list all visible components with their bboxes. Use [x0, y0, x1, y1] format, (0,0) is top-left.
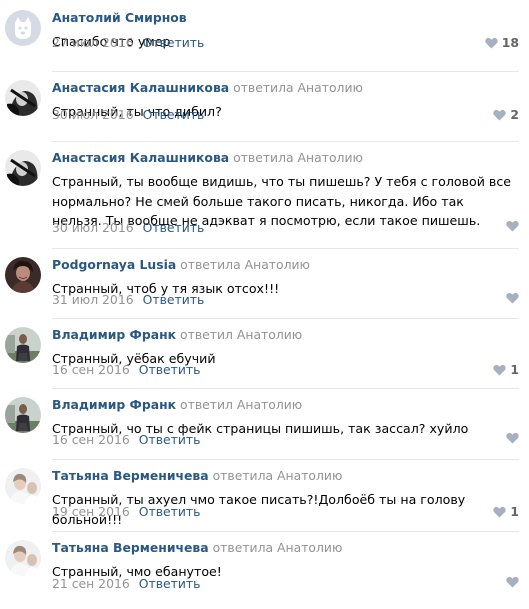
heart-icon: [493, 506, 507, 518]
author-link[interactable]: Татьяна Верменичева: [52, 540, 209, 555]
reply-button[interactable]: Ответить: [139, 362, 201, 377]
reply-to-label: ответила Анатолию: [212, 468, 343, 483]
like-button[interactable]: 18: [485, 35, 519, 51]
heart-icon: [485, 37, 498, 49]
avatar[interactable]: [5, 150, 41, 186]
comment-feed: Анатолий Смирнов Спасибо что умер 27 июл 2…: [0, 0, 529, 609]
reply-button[interactable]: Ответить: [143, 107, 205, 122]
comment-date[interactable]: 19 сен 2016: [52, 504, 130, 519]
comment-divider: [52, 388, 519, 389]
comment-meta: 21 сен 2016 Ответить: [52, 576, 200, 592]
comment-header: Анатолий Смирнов: [52, 10, 187, 26]
comment-item: Анатолий Смирнов Спасибо что умер 27 июл 2…: [0, 10, 529, 55]
heart-icon: [493, 364, 507, 376]
heart-icon: [493, 109, 507, 121]
comment-meta: 19 сен 2016 Ответить: [52, 504, 200, 520]
reply-to-label: ответил Анатолию: [180, 397, 303, 412]
comment-meta: 30 июл 2016 Ответить: [52, 220, 204, 236]
like-button[interactable]: 1: [493, 362, 519, 378]
comment-item: Анастасия Калашникова ответила Анатолию С…: [0, 141, 529, 240]
comment-header: Владимир Франк ответил Анатолию: [52, 327, 302, 343]
reply-button[interactable]: Ответить: [139, 432, 201, 447]
avatar[interactable]: [5, 468, 41, 504]
comment-item: Анастасия Калашникова ответила Анатолию С…: [0, 71, 529, 127]
comment-meta: 16 сен 2016 Ответить: [52, 432, 200, 448]
comment-header: Анастасия Калашникова ответила Анатолию: [52, 150, 363, 166]
like-count: 2: [510, 107, 519, 122]
comment-divider: [52, 248, 519, 249]
heart-icon: [506, 432, 519, 444]
like-button[interactable]: 2: [493, 107, 519, 123]
like-button[interactable]: 1: [493, 504, 519, 520]
comment-header: Татьяна Верменичева ответила Анатолию: [52, 540, 342, 556]
heart-icon: [506, 576, 519, 588]
comment-meta: 30 июл 2016 Ответить: [52, 107, 204, 123]
comment-date[interactable]: 31 июл 2016: [52, 292, 134, 307]
reply-to-label: ответил Анатолию: [180, 327, 303, 342]
comment-header: Анастасия Калашникова ответила Анатолию: [52, 80, 363, 96]
comment-header: Podgornaya Lusia ответила Анатолию: [52, 257, 310, 273]
comment-divider: [52, 531, 519, 532]
avatar[interactable]: [5, 257, 41, 293]
author-link[interactable]: Анатолий Смирнов: [52, 10, 187, 25]
avatar[interactable]: [5, 397, 41, 433]
author-link[interactable]: Анастасия Калашникова: [52, 80, 229, 95]
comment-date[interactable]: 16 сен 2016: [52, 362, 130, 377]
comment-date[interactable]: 27 июл 2016: [52, 35, 134, 50]
reply-button[interactable]: Ответить: [139, 504, 201, 519]
comment-divider: [52, 318, 519, 319]
avatar[interactable]: [5, 327, 41, 363]
like-button[interactable]: [506, 432, 519, 444]
author-link[interactable]: Анастасия Калашникова: [52, 150, 229, 165]
comment-item: Владимир Франк ответил Анатолию Странный,…: [0, 388, 529, 452]
like-button[interactable]: [506, 292, 519, 304]
reply-to-label: ответила Анатолию: [233, 80, 363, 95]
reply-to-label: ответила Анатолию: [233, 150, 363, 165]
reply-button[interactable]: Ответить: [143, 220, 205, 235]
heart-icon: [506, 292, 519, 304]
author-link[interactable]: Podgornaya Lusia: [52, 257, 176, 272]
author-link[interactable]: Владимир Франк: [52, 397, 176, 412]
like-button[interactable]: [506, 220, 519, 232]
comment-item: Татьяна Верменичева ответила Анатолию Стр…: [0, 531, 529, 596]
comment-item: Podgornaya Lusia ответила Анатолию Странн…: [0, 248, 529, 312]
comment-header: Владимир Франк ответил Анатолию: [52, 397, 302, 413]
comment-meta: 31 июл 2016 Ответить: [52, 292, 204, 308]
comment-date[interactable]: 16 сен 2016: [52, 432, 130, 447]
reply-button[interactable]: Ответить: [143, 292, 205, 307]
comment-date[interactable]: 30 июл 2016: [52, 220, 134, 235]
comment-item: Татьяна Верменичева ответила Анатолию Стр…: [0, 459, 529, 527]
like-count: 1: [510, 504, 519, 519]
comment-header: Татьяна Верменичева ответила Анатолию: [52, 468, 342, 484]
reply-to-label: ответила Анатолию: [212, 540, 343, 555]
author-link[interactable]: Татьяна Верменичева: [52, 468, 209, 483]
author-link[interactable]: Владимир Франк: [52, 327, 176, 342]
reply-to-label: ответила Анатолию: [180, 257, 310, 272]
avatar[interactable]: [5, 10, 41, 46]
reply-button[interactable]: Ответить: [143, 35, 205, 50]
avatar[interactable]: [5, 80, 41, 116]
comment-divider: [52, 459, 519, 460]
avatar[interactable]: [5, 540, 41, 576]
heart-icon: [506, 220, 519, 232]
reply-button[interactable]: Ответить: [139, 576, 201, 591]
like-count: 1: [510, 362, 519, 377]
comment-date[interactable]: 21 сен 2016: [52, 576, 130, 591]
comment-meta: 16 сен 2016 Ответить: [52, 362, 200, 378]
comment-date[interactable]: 30 июл 2016: [52, 107, 134, 122]
comment-item: Владимир Франк ответил Анатолию Странный,…: [0, 318, 529, 382]
comment-divider: [52, 71, 519, 72]
comment-meta: 27 июл 2016 Ответить: [52, 35, 204, 51]
like-count: 18: [501, 35, 519, 50]
comment-divider: [52, 141, 519, 142]
like-button[interactable]: [506, 576, 519, 588]
